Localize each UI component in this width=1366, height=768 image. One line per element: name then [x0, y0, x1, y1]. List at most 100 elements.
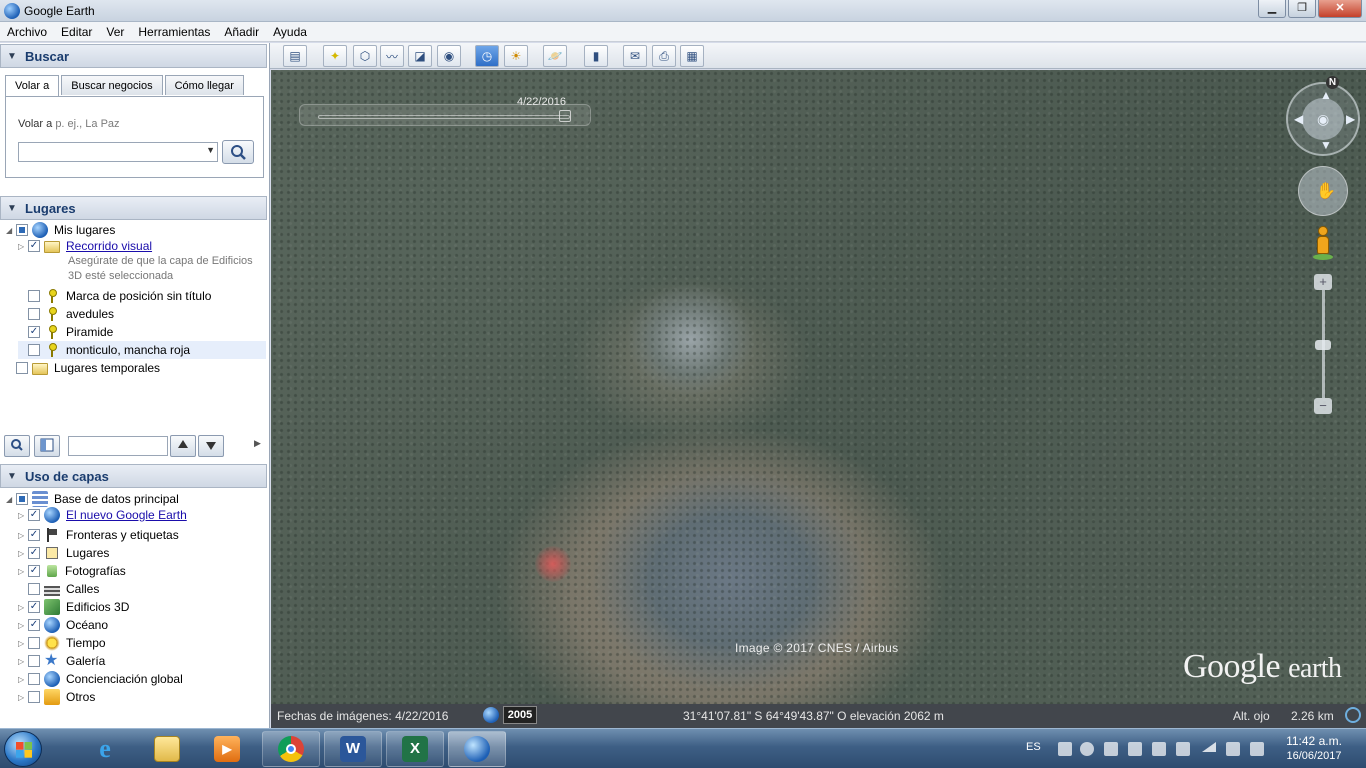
street-view-pegman[interactable]	[1313, 226, 1333, 262]
checkbox[interactable]: ✓	[28, 565, 40, 577]
add-overlay-button[interactable]: ◪	[408, 45, 432, 67]
checkbox[interactable]: ✓	[28, 240, 40, 252]
tray-app-icon[interactable]	[1058, 742, 1072, 756]
checkbox[interactable]: ✓	[28, 529, 40, 541]
tab-buscar-negocios[interactable]: Buscar negocios	[61, 75, 163, 95]
wifi-signal-icon[interactable]	[1202, 742, 1216, 752]
layer-edificios-3d[interactable]: ▷ ✓ Edificios 3D	[18, 598, 129, 616]
places-filter-input[interactable]	[68, 436, 168, 456]
tray-security-icon[interactable]	[1152, 742, 1166, 756]
checkbox[interactable]	[28, 673, 40, 685]
expand-triangle-icon[interactable]: ▷	[18, 511, 28, 520]
tree-item-piramide[interactable]: ✓ Piramide	[18, 323, 113, 341]
start-button[interactable]	[4, 731, 42, 767]
expand-triangle-icon[interactable]: ▷	[18, 621, 28, 630]
map-viewport[interactable]: 4/22/2016 ▲ ▼ ◀ ▶ ◉ N ✋ + − Image © 2017…	[271, 70, 1366, 704]
layer-fotografias[interactable]: ▷ ✓ Fotografías	[18, 562, 126, 580]
checkbox[interactable]	[16, 493, 28, 505]
zoom-slider-thumb[interactable]	[1315, 340, 1331, 350]
taskbar-file-explorer[interactable]	[138, 731, 196, 767]
view-in-maps-button[interactable]: ▦	[680, 45, 704, 67]
menu-herramientas[interactable]: Herramientas	[131, 22, 217, 41]
tree-item-recorrido-visual[interactable]: ▷ ✓ Recorrido visual	[18, 237, 152, 255]
close-button[interactable]: ✕	[1318, 0, 1362, 18]
expand-triangle-icon[interactable]: ▷	[18, 567, 28, 576]
fly-to-input[interactable]: ▼	[18, 142, 218, 162]
checkbox[interactable]: ✓	[28, 619, 40, 631]
layer-concienciacion[interactable]: ▷ Concienciación global	[18, 670, 183, 688]
taskbar-google-earth[interactable]	[448, 731, 506, 767]
checkbox[interactable]: ✓	[28, 601, 40, 613]
add-polygon-button[interactable]: ⬡	[353, 45, 377, 67]
layer-oceano[interactable]: ▷ ✓ Océano	[18, 616, 108, 634]
flag-notifications-icon[interactable]	[1250, 742, 1264, 756]
layer-nuevo-google-earth[interactable]: ▷ ✓ El nuevo Google Earth	[18, 506, 187, 524]
switch-planet-button[interactable]: 🪐	[543, 45, 567, 67]
checkbox[interactable]	[28, 691, 40, 703]
places-panel-header[interactable]: ▼ Lugares	[0, 196, 267, 220]
clock-time[interactable]: 11:42 a.m.	[1282, 734, 1346, 748]
expand-triangle-icon[interactable]: ▷	[18, 531, 28, 540]
time-slider-handle[interactable]	[559, 110, 571, 122]
zoom-slider[interactable]: + −	[1314, 274, 1332, 414]
checkbox[interactable]	[28, 655, 40, 667]
checkbox[interactable]: ✓	[28, 509, 40, 521]
dropdown-arrow-icon[interactable]: ▼	[206, 145, 215, 155]
menu-editar[interactable]: Editar	[54, 22, 99, 41]
taskbar-internet-explorer[interactable]: e	[76, 731, 134, 767]
menu-anadir[interactable]: Añadir	[217, 22, 266, 41]
search-panel-header[interactable]: ▼ Buscar	[0, 44, 267, 68]
tray-tools-icon[interactable]	[1104, 742, 1118, 756]
checkbox[interactable]	[28, 308, 40, 320]
move-down-button[interactable]	[198, 435, 224, 457]
maximize-button[interactable]: ❐	[1288, 0, 1316, 18]
taskbar-media-player[interactable]: ▶	[198, 731, 256, 767]
tree-item-monticulo[interactable]: monticulo, mancha roja	[18, 341, 266, 359]
checkbox[interactable]	[16, 224, 28, 236]
tree-item-placemark-untitled[interactable]: Marca de posición sin título	[18, 287, 211, 305]
look-up-arrow-icon[interactable]: ▲	[1320, 88, 1332, 102]
record-tour-button[interactable]: ◉	[437, 45, 461, 67]
layer-galeria[interactable]: ▷ ★ Galería	[18, 652, 105, 670]
expand-triangle-icon[interactable]: ▷	[18, 549, 28, 558]
print-button[interactable]: ⎙	[652, 45, 676, 67]
expand-triangle-icon[interactable]: ◢	[6, 226, 16, 235]
taskbar-chrome[interactable]	[262, 731, 320, 767]
move-control[interactable]: ✋	[1298, 166, 1348, 216]
menu-ver[interactable]: Ver	[99, 22, 131, 41]
email-button[interactable]: ✉	[623, 45, 647, 67]
chevron-right-icon[interactable]: ▶	[254, 438, 261, 449]
tray-device-icon[interactable]	[1176, 742, 1190, 756]
volume-icon[interactable]	[1226, 742, 1240, 756]
look-control[interactable]: ▲ ▼ ◀ ▶ ◉	[1286, 82, 1360, 156]
tab-volar-a[interactable]: Volar a	[5, 75, 60, 97]
layer-otros[interactable]: ▷ Otros	[18, 688, 95, 706]
zoom-out-button[interactable]: −	[1314, 398, 1332, 414]
move-up-button[interactable]	[170, 435, 196, 457]
north-indicator[interactable]: N	[1326, 76, 1339, 89]
tree-item-avedules[interactable]: avedules	[18, 305, 114, 323]
expand-triangle-icon[interactable]: ▷	[18, 675, 28, 684]
sidebar-toggle-button[interactable]: ▤	[283, 45, 307, 67]
menu-ayuda[interactable]: Ayuda	[266, 22, 314, 41]
tray-chrome-icon[interactable]	[1080, 742, 1094, 756]
add-path-button[interactable]: 〰	[380, 45, 404, 67]
tab-como-llegar[interactable]: Cómo llegar	[164, 75, 244, 95]
look-right-arrow-icon[interactable]: ▶	[1346, 112, 1355, 126]
menu-archivo[interactable]: Archivo	[0, 22, 54, 41]
ruler-button[interactable]: ▮	[584, 45, 608, 67]
time-slider[interactable]	[299, 104, 591, 126]
search-button[interactable]	[222, 140, 254, 164]
checkbox[interactable]	[16, 362, 28, 374]
checkbox[interactable]	[28, 637, 40, 649]
layer-tiempo[interactable]: ▷ Tiempo	[18, 634, 106, 652]
checkbox[interactable]	[28, 290, 40, 302]
language-indicator[interactable]: ES	[1026, 741, 1041, 753]
panel-toggle-button[interactable]	[34, 435, 60, 457]
taskbar-word[interactable]: W	[324, 731, 382, 767]
places-search-button[interactable]	[4, 435, 30, 457]
time-slider-track[interactable]	[318, 115, 570, 119]
oldest-imagery-year[interactable]: 2005	[503, 706, 537, 724]
tray-network-share-icon[interactable]	[1128, 742, 1142, 756]
expand-triangle-icon[interactable]: ▷	[18, 657, 28, 666]
